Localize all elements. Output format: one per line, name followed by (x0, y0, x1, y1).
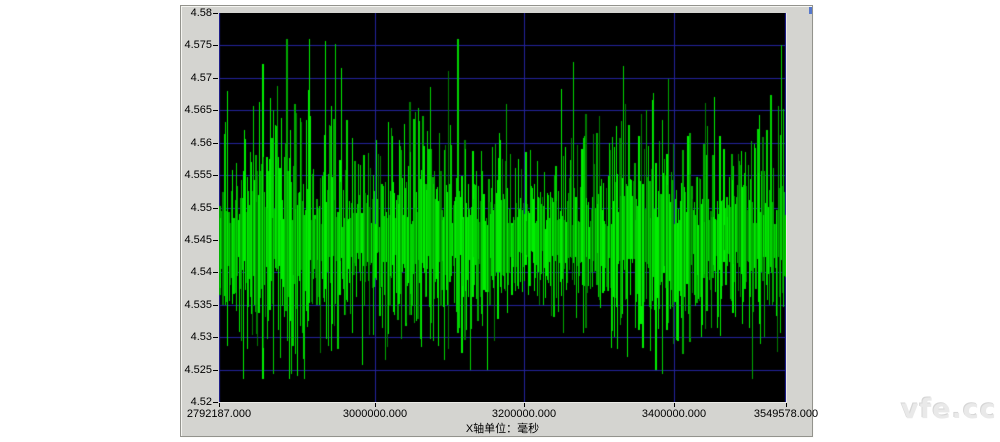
y-tick-mark (213, 143, 218, 144)
watermark: vfe.cc (901, 394, 997, 425)
y-tick-mark (213, 110, 218, 111)
y-tick-label: 4.545 (181, 234, 212, 246)
x-tick-mark (524, 403, 525, 407)
chart-panel: 4.58 4.575 4.57 4.565 4.56 4.555 4.55 4.545 4.54… (180, 5, 813, 437)
x-tick-mark (674, 403, 675, 407)
y-tick-mark (213, 78, 218, 79)
y-tick-label: 4.52 (181, 396, 212, 408)
y-tick-mark (213, 370, 218, 371)
y-tick-label: 4.55 (181, 202, 212, 214)
y-tick-label: 4.53 (181, 331, 212, 343)
plot-area (219, 13, 787, 403)
y-tick-label: 4.54 (181, 266, 212, 278)
y-tick-mark (213, 305, 218, 306)
y-tick-label: 4.525 (181, 364, 212, 376)
x-tick-label: 3400000.000 (629, 408, 719, 420)
x-tick-label: 2792187.000 (174, 408, 264, 420)
panel-corner-mark (809, 7, 812, 14)
y-tick-mark (213, 240, 218, 241)
y-tick-label: 4.58 (181, 7, 212, 19)
y-tick-label: 4.565 (181, 104, 212, 116)
x-tick-mark (375, 403, 376, 407)
x-axis-unit-label: X轴单位：毫秒 (219, 420, 786, 436)
y-tick-mark (213, 208, 218, 209)
x-tick-mark (786, 403, 787, 407)
y-tick-mark (213, 45, 218, 46)
y-tick-mark (213, 13, 218, 14)
signal-canvas (219, 13, 786, 402)
y-tick-mark (213, 272, 218, 273)
x-tick-mark (219, 403, 220, 407)
y-tick-mark (213, 402, 218, 403)
y-tick-label: 4.56 (181, 137, 212, 149)
x-tick-label: 3549578.000 (741, 408, 831, 420)
y-tick-label: 4.575 (181, 39, 212, 51)
x-tick-label: 3200000.000 (479, 408, 569, 420)
page: 4.58 4.575 4.57 4.565 4.56 4.555 4.55 4.545 4.54… (0, 0, 1000, 442)
x-tick-label: 3000000.000 (330, 408, 420, 420)
y-tick-label: 4.535 (181, 299, 212, 311)
y-tick-label: 4.555 (181, 169, 212, 181)
y-tick-label: 4.57 (181, 72, 212, 84)
y-tick-mark (213, 337, 218, 338)
y-tick-mark (213, 175, 218, 176)
